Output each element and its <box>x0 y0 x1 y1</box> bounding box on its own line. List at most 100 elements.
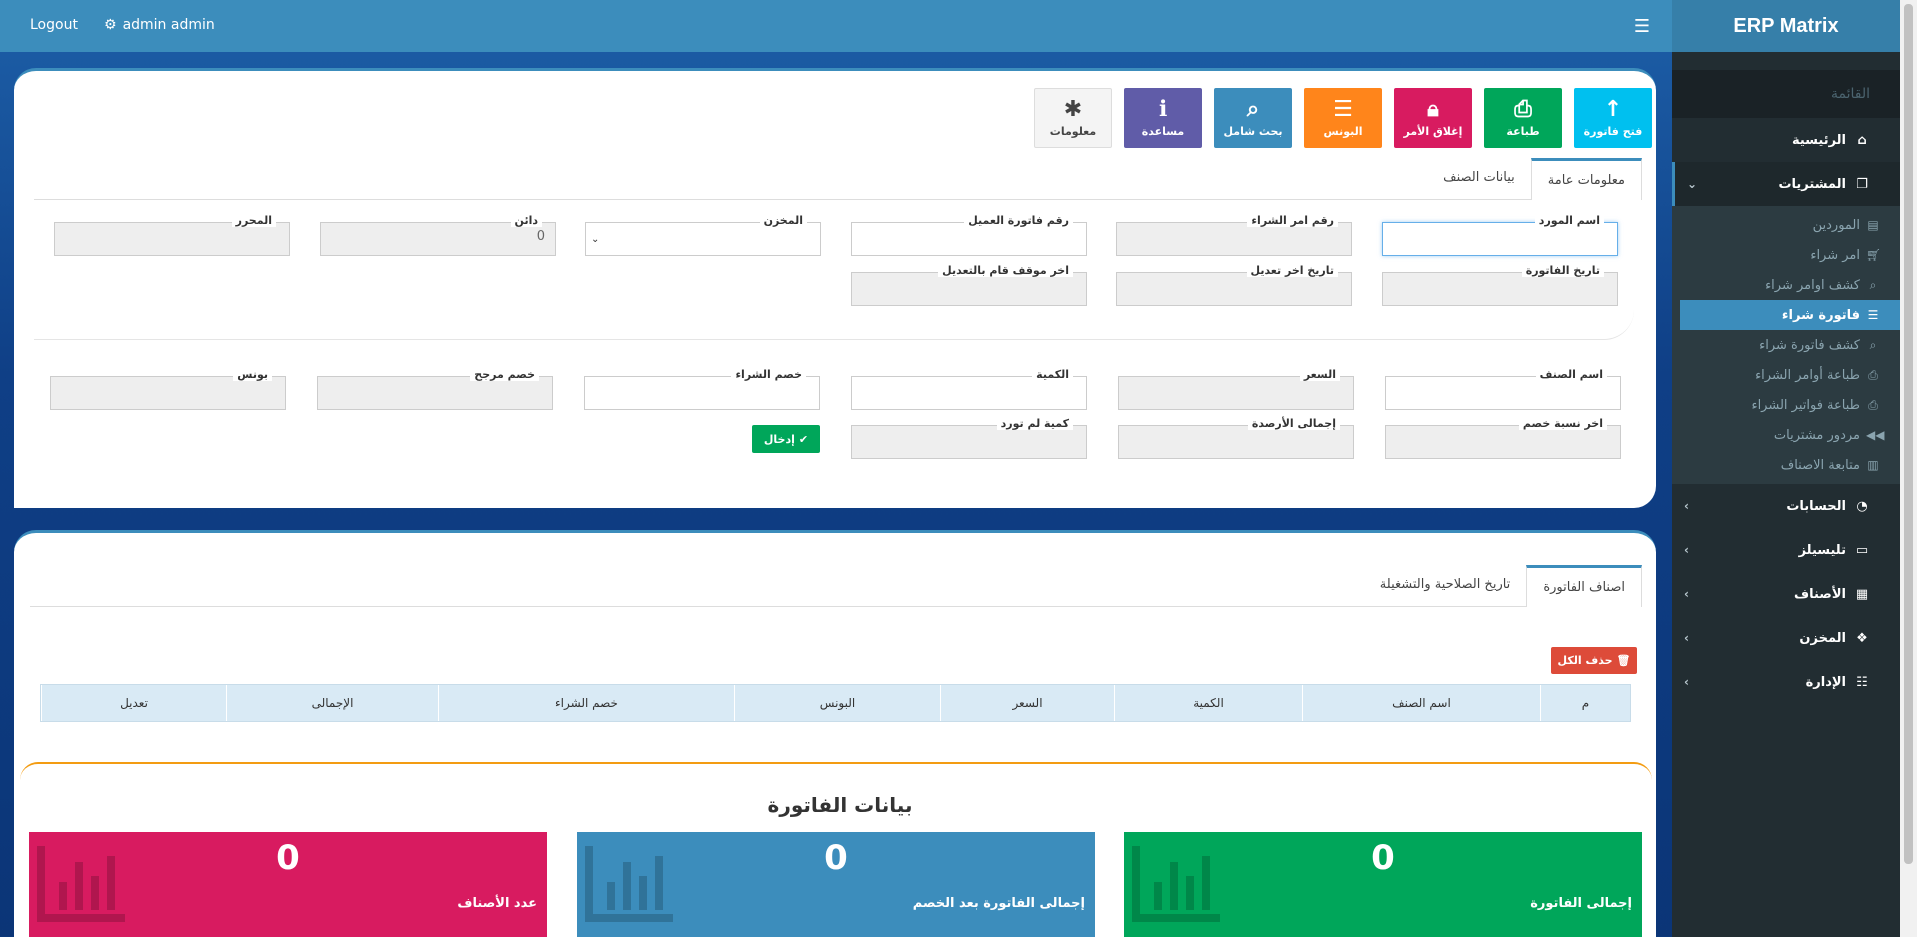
chevron-left-icon: ‹ <box>1684 587 1689 601</box>
gears-icon: ⚙ <box>104 17 117 33</box>
sidebar-subitem-purchase-order[interactable]: امر شراء 🛒︎ <box>1672 240 1900 270</box>
field-label: اخر نسبة خصم <box>1518 417 1607 430</box>
invoice-date-field: تاريخ الفاتورة <box>1382 264 1618 306</box>
field-label: رقم امر الشراء <box>1247 214 1338 227</box>
search-icon: ⌕ <box>1246 96 1260 122</box>
list-check-icon: ☰ <box>1333 96 1353 122</box>
po-number-input[interactable] <box>1116 222 1352 256</box>
last-edit-date-input[interactable] <box>1116 272 1352 306</box>
form-divider <box>34 310 1634 340</box>
invoice-date-input[interactable] <box>1382 272 1618 306</box>
qty-not-supplied-input[interactable] <box>851 425 1087 459</box>
page-scrollbar[interactable] <box>1900 0 1917 937</box>
enter-button[interactable]: إدخال ✔ <box>752 425 820 453</box>
creditor-input[interactable]: 0 <box>320 222 556 256</box>
sidebar-subitem-label: امر شراء <box>1810 247 1860 263</box>
sidebar-item-items[interactable]: ‹ الأصناف ▦ <box>1672 572 1900 616</box>
quantity-input[interactable] <box>851 376 1087 410</box>
sidebar-item-admin[interactable]: ‹ الإدارة ☷ <box>1672 660 1900 704</box>
field-label: اخر موقف قام بالتعديل <box>938 264 1073 277</box>
weighted-discount-input[interactable] <box>317 376 553 410</box>
sidebar-subitem-label: طباعة أوامر الشراء <box>1755 367 1860 383</box>
copy-icon: ❐ <box>1856 176 1868 192</box>
tab-item-data[interactable]: بيانات الصنف <box>1427 158 1531 199</box>
sidebar-item-label: الرئيسية <box>1791 132 1846 148</box>
button-label: مساعدة <box>1141 124 1185 138</box>
chevron-down-icon: ⌄ <box>591 234 600 245</box>
stat-label: إجمالى الفاتورة <box>1530 896 1632 911</box>
button-label: إغلاق الأمر <box>1403 124 1463 138</box>
button-label: البونس <box>1323 124 1363 138</box>
sidebar-subitem-label: مردور مشتريات <box>1773 427 1860 443</box>
sidebar-item-accounts[interactable]: ‹ الحسابات ◔ <box>1672 484 1900 528</box>
stat-label: عدد الأصناف <box>457 896 537 911</box>
item-name-input[interactable] <box>1385 376 1621 410</box>
bonus-input[interactable] <box>50 376 286 410</box>
print-button[interactable]: ⎙ طباعة <box>1484 88 1562 148</box>
stat-value: 0 <box>276 838 300 878</box>
sidebar-item-purchases[interactable]: ⌄ المشتريات ❐ <box>1672 162 1900 206</box>
help-button[interactable]: ℹ مساعدة <box>1124 88 1202 148</box>
sidebar-item-home[interactable]: الرئيسية ⌂ <box>1672 118 1900 162</box>
field-label: تاريخ اخر تعديل <box>1246 264 1338 277</box>
tab-general-info[interactable]: معلومات عامة <box>1530 158 1642 200</box>
price-field: السعر <box>1118 368 1354 410</box>
top-navbar: Logout ⚙ admin admin ☰ <box>0 0 1672 52</box>
last-editor-input[interactable] <box>851 272 1087 306</box>
sidebar-subitem-purchase-invoice[interactable]: فاتورة شراء ☰ <box>1680 300 1900 330</box>
warehouse-select[interactable] <box>585 222 821 256</box>
price-input[interactable] <box>1118 376 1354 410</box>
field-label: الكمية <box>1032 368 1073 381</box>
menu-header: القائمة <box>1672 70 1900 118</box>
search-icon: ⌕ <box>1869 337 1877 352</box>
column-header: السعر <box>940 685 1114 721</box>
column-header: خصم الشراء <box>438 685 734 721</box>
grid-icon: ▦ <box>1855 586 1869 602</box>
total-invoice-card: 0 إجمالى الفاتورة <box>1124 832 1642 937</box>
sidebar-subitem-purchase-returns[interactable]: مردور مشتريات ◀◀ <box>1672 420 1900 450</box>
full-search-button[interactable]: ⌕ بحث شامل <box>1214 88 1292 148</box>
purchase-discount-input[interactable] <box>584 376 820 410</box>
bonus-button[interactable]: ☰ البونس <box>1304 88 1382 148</box>
total-after-discount-card: 0 إجمالى الفاتورة بعد الخصم <box>577 832 1095 937</box>
sidebar-subitem-po-report[interactable]: كشف اوامر شراء ⌕ <box>1672 270 1900 300</box>
last-discount-pct-input[interactable] <box>1385 425 1621 459</box>
user-menu[interactable]: ⚙ admin admin <box>104 17 215 33</box>
sidebar-subitem-item-tracking[interactable]: متابعة الاصناف ▥ <box>1672 450 1900 480</box>
sidebar-item-label: المخزن <box>1799 630 1846 646</box>
client-invoice-number-field: رقم فاتورة العميل <box>851 214 1087 256</box>
sidebar-subitem-invoice-report[interactable]: كشف فاتورة شراء ⌕ <box>1672 330 1900 360</box>
info-button[interactable]: ✱ معلومات <box>1034 88 1112 148</box>
sidebar-item-telesales[interactable]: ‹ تليسيلز ▭ <box>1672 528 1900 572</box>
print-icon: ⎙ <box>1868 367 1878 382</box>
close-order-button[interactable]: 🔒︎ إغلاق الأمر <box>1394 88 1472 148</box>
client-invoice-number-input[interactable] <box>851 222 1087 256</box>
sidebar-toggle-icon[interactable]: ☰ <box>1634 16 1650 37</box>
qty-not-supplied-field: كمية لم تورد <box>851 417 1087 459</box>
sidebar-item-label: تليسيلز <box>1798 542 1846 558</box>
lock-icon: 🔒︎ <box>1427 96 1439 122</box>
sidebar-item-warehouse[interactable]: ‹ المخزن ❖ <box>1672 616 1900 660</box>
tab-invoice-items[interactable]: اصناف الفاتورة <box>1526 565 1642 607</box>
logout-link[interactable]: Logout <box>30 17 78 33</box>
sidebar-subitem-label: كشف اوامر شراء <box>1765 277 1860 293</box>
quantity-field: الكمية <box>851 368 1087 410</box>
scrollbar-thumb[interactable] <box>1904 4 1913 864</box>
brand-logo[interactable]: ERP Matrix <box>1672 0 1900 52</box>
sidebar-subitem-print-po[interactable]: طباعة أوامر الشراء ⎙ <box>1672 360 1900 390</box>
supplier-name-input[interactable] <box>1382 222 1618 256</box>
chart-icon: ▥ <box>1867 458 1879 472</box>
list-icon: ☰ <box>1867 308 1879 322</box>
total-balances-input[interactable] <box>1118 425 1354 459</box>
editor-input[interactable] <box>54 222 290 256</box>
column-header: م <box>1540 685 1630 721</box>
delete-all-button[interactable]: حذف الكل 🗑︎ <box>1551 647 1637 674</box>
last-editor-field: اخر موقف قام بالتعديل <box>851 264 1087 306</box>
column-header: اسم الصنف <box>1302 685 1540 721</box>
sidebar-subitem-label: فاتورة شراء <box>1781 307 1860 323</box>
sidebar-subitem-suppliers[interactable]: الموردين ▤ <box>1672 210 1900 240</box>
open-invoice-button[interactable]: ↑ فتح فاتورة <box>1574 88 1652 148</box>
sidebar-subitem-label: كشف فاتورة شراء <box>1759 337 1860 353</box>
sidebar-subitem-print-invoices[interactable]: طباعة فواتير الشراء ⎙ <box>1672 390 1900 420</box>
tab-expiry-batch[interactable]: تاريخ الصلاحية والتشغيلة <box>1364 565 1527 606</box>
